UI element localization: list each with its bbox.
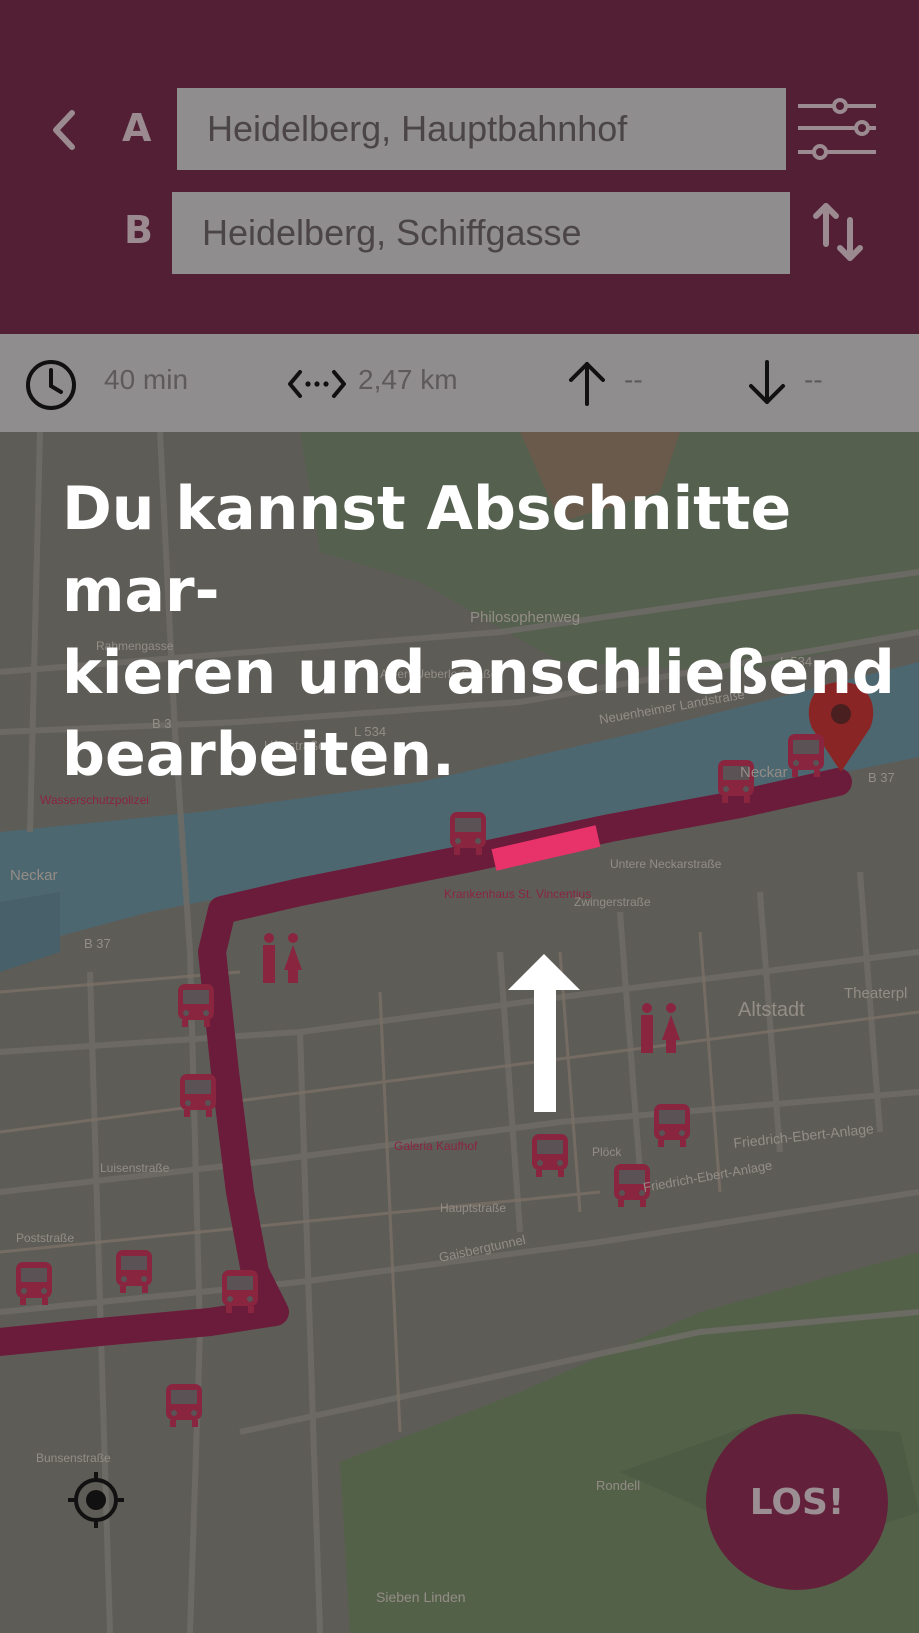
map-label: Krankenhaus St. Vincentius: [444, 887, 591, 901]
destination-label: B: [124, 208, 153, 252]
start-navigation-button[interactable]: LOS!: [706, 1414, 888, 1590]
back-arrow-icon[interactable]: [44, 105, 84, 155]
hint-arrow-icon: [534, 982, 556, 1112]
tooltip-line-2: kieren und anschließend: [62, 638, 895, 708]
onboarding-tooltip: Du kannst Abschnitte mar- kieren und ans…: [62, 468, 902, 796]
map-label: B 37: [84, 936, 111, 951]
start-label: A: [122, 106, 152, 150]
swap-icon[interactable]: [812, 200, 864, 264]
map-label: Poststraße: [16, 1231, 74, 1245]
map-label: Zwingerstraße: [574, 895, 651, 909]
destination-input[interactable]: Heidelberg, Schiffgasse: [172, 192, 790, 274]
map-label: Neckar: [10, 867, 58, 884]
clock-icon: [26, 360, 76, 410]
map-label: Theaterpl: [844, 985, 907, 1002]
locate-me-icon[interactable]: [66, 1470, 126, 1530]
distance-icon: [288, 370, 346, 398]
ascent-value: --: [624, 364, 643, 395]
start-navigation-label: LOS!: [749, 1481, 845, 1523]
route-header: A B Heidelberg, Hauptbahnhof Heidelberg,…: [0, 0, 919, 334]
map-label: Plöck: [592, 1145, 622, 1159]
duration-value: 40 min: [104, 364, 189, 395]
route-info-bar: 40 min 2,47 km -- --: [0, 334, 919, 432]
ascent-arrow-icon: [569, 362, 605, 406]
map-label: Untere Neckarstraße: [610, 857, 722, 871]
map-label: Rondell: [596, 1478, 640, 1493]
start-input[interactable]: Heidelberg, Hauptbahnhof: [177, 88, 786, 170]
tooltip-line-1: Du kannst Abschnitte mar-: [62, 474, 792, 626]
map-label: Luisenstraße: [100, 1161, 170, 1175]
map-label: Bunsenstraße: [36, 1451, 111, 1465]
map-label: Galeria Kaufhof: [394, 1139, 478, 1153]
tooltip-line-3: bearbeiten.: [62, 720, 455, 790]
descent-value: --: [804, 364, 823, 395]
map-label: Sieben Linden: [376, 1589, 466, 1605]
map-label: Altstadt: [738, 999, 805, 1021]
descent-arrow-icon: [749, 360, 785, 404]
distance-value: 2,47 km: [358, 364, 458, 395]
filter-settings-icon[interactable]: [796, 98, 878, 164]
map-label: Hauptstraße: [440, 1201, 506, 1215]
